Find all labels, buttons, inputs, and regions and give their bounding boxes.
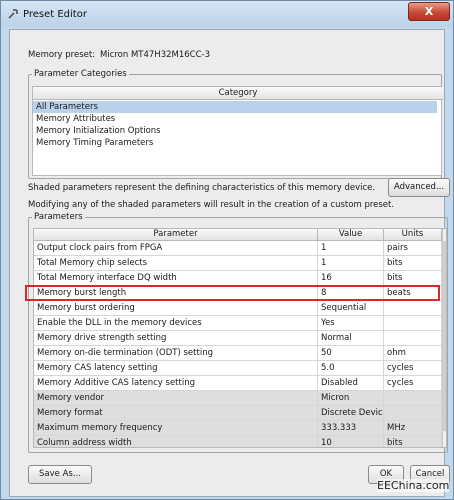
title-bar[interactable]: Preset Editor X: [1, 1, 453, 27]
save-as-button[interactable]: Save As...: [28, 465, 92, 484]
parameter-value-cell[interactable]: 50: [318, 346, 384, 361]
dialog-body: Memory preset: Micron MT47H32M16CC-3 Par…: [9, 29, 450, 497]
parameter-name-cell: Memory burst ordering: [34, 301, 318, 316]
parameter-name-cell: Memory format: [34, 406, 318, 421]
custom-preset-info-text: Modifying any of the shaded parameters w…: [28, 200, 395, 210]
parameter-row[interactable]: Memory on-die termination (ODT) setting 5…: [34, 346, 442, 361]
parameter-units-cell: bits: [384, 256, 442, 271]
window-title: Preset Editor: [23, 9, 87, 20]
preset-editor-window: Preset Editor X Memory preset: Micron MT…: [0, 0, 454, 500]
parameters-title: Parameters: [32, 212, 85, 222]
highlight-box: [25, 285, 440, 301]
memory-preset-label: Memory preset:: [28, 50, 96, 60]
parameter-name-cell: Memory Additive CAS latency setting: [34, 376, 318, 391]
watermark: EEChina.com: [377, 479, 450, 492]
column-header-units[interactable]: Units: [384, 229, 442, 241]
parameter-value-cell[interactable]: Discrete Device: [318, 406, 384, 421]
scrollbar-thumb[interactable]: [443, 241, 446, 431]
parameter-value-cell[interactable]: Micron: [318, 391, 384, 406]
parameter-row[interactable]: Memory vendor Micron: [34, 391, 442, 406]
parameter-units-cell: [384, 301, 442, 316]
parameters-table-header: Parameter Value Units: [34, 229, 442, 241]
parameter-row[interactable]: Memory drive strength setting Normal: [34, 331, 442, 346]
parameter-units-cell: [384, 391, 442, 406]
parameter-name-cell: Memory vendor: [34, 391, 318, 406]
parameter-value-cell[interactable]: Disabled: [318, 376, 384, 391]
parameter-value-cell[interactable]: Yes: [318, 316, 384, 331]
parameter-value-cell[interactable]: 5.0: [318, 361, 384, 376]
parameter-units-cell: ohm: [384, 346, 442, 361]
parameter-units-cell: bits: [384, 271, 442, 286]
parameter-row[interactable]: Maximum memory frequency 333.333 MHz: [34, 421, 442, 436]
parameter-name-cell: Memory drive strength setting: [34, 331, 318, 346]
parameter-categories-title: Parameter Categories: [32, 69, 129, 79]
parameter-units-cell: [384, 406, 442, 421]
parameter-row[interactable]: Total Memory interface DQ width 16 bits: [34, 271, 442, 286]
parameter-value-cell[interactable]: Normal: [318, 331, 384, 346]
parameter-row[interactable]: Total Memory chip selects 1 bits: [34, 256, 442, 271]
parameter-name-cell: Memory on-die termination (ODT) setting: [34, 346, 318, 361]
shaded-info-text: Shaded parameters represent the defining…: [28, 183, 376, 193]
parameter-name-cell: Enable the DLL in the memory devices: [34, 316, 318, 331]
parameter-units-cell: pairs: [384, 241, 442, 256]
parameter-row[interactable]: Memory burst ordering Sequential: [34, 301, 442, 316]
parameter-name-cell: Output clock pairs from FPGA: [34, 241, 318, 256]
parameter-row[interactable]: Output clock pairs from FPGA 1 pairs: [34, 241, 442, 256]
parameter-row[interactable]: Memory Additive CAS latency setting Disab…: [34, 376, 442, 391]
parameter-row[interactable]: Enable the DLL in the memory devices Yes: [34, 316, 442, 331]
parameters-scrollbar[interactable]: [442, 229, 446, 447]
parameters-table: Parameter Value Units Output clock pairs…: [33, 228, 447, 448]
parameter-name-cell: Memory CAS latency setting: [34, 361, 318, 376]
parameter-row[interactable]: Memory format Discrete Device: [34, 406, 442, 421]
parameter-value-cell[interactable]: Sequential: [318, 301, 384, 316]
parameter-units-cell: bits: [384, 436, 442, 447]
column-header-value[interactable]: Value: [318, 229, 384, 241]
parameter-value-cell[interactable]: 16: [318, 271, 384, 286]
category-column-header[interactable]: Category: [33, 87, 443, 100]
parameter-units-cell: cycles: [384, 376, 442, 391]
memory-preset-value: Micron MT47H32M16CC-3: [100, 50, 211, 60]
category-list: Category All Parameters Memory Attribute…: [32, 86, 443, 176]
parameter-value-cell[interactable]: 333.333: [318, 421, 384, 436]
parameter-units-cell: cycles: [384, 361, 442, 376]
parameter-name-cell: Column address width: [34, 436, 318, 447]
category-item-memory-initialization-options[interactable]: Memory Initialization Options: [33, 125, 437, 137]
parameter-value-cell[interactable]: 1: [318, 241, 384, 256]
parameter-row[interactable]: Memory CAS latency setting 5.0 cycles: [34, 361, 442, 376]
parameter-units-cell: MHz: [384, 421, 442, 436]
parameter-units-cell: [384, 331, 442, 346]
parameter-name-cell: Total Memory interface DQ width: [34, 271, 318, 286]
parameter-value-cell[interactable]: 10: [318, 436, 384, 447]
parameter-units-cell: [384, 316, 442, 331]
column-header-parameter[interactable]: Parameter: [34, 229, 318, 241]
wrench-icon: [8, 9, 18, 19]
close-button[interactable]: X: [408, 2, 450, 21]
parameter-name-cell: Maximum memory frequency: [34, 421, 318, 436]
category-item-all-parameters[interactable]: All Parameters: [33, 101, 437, 113]
parameter-name-cell: Total Memory chip selects: [34, 256, 318, 271]
category-item-memory-attributes[interactable]: Memory Attributes: [33, 113, 437, 125]
parameter-row[interactable]: Column address width 10 bits: [34, 436, 442, 447]
advanced-button[interactable]: Advanced...: [388, 178, 450, 197]
category-item-memory-timing-parameters[interactable]: Memory Timing Parameters: [33, 137, 437, 149]
parameter-value-cell[interactable]: 1: [318, 256, 384, 271]
